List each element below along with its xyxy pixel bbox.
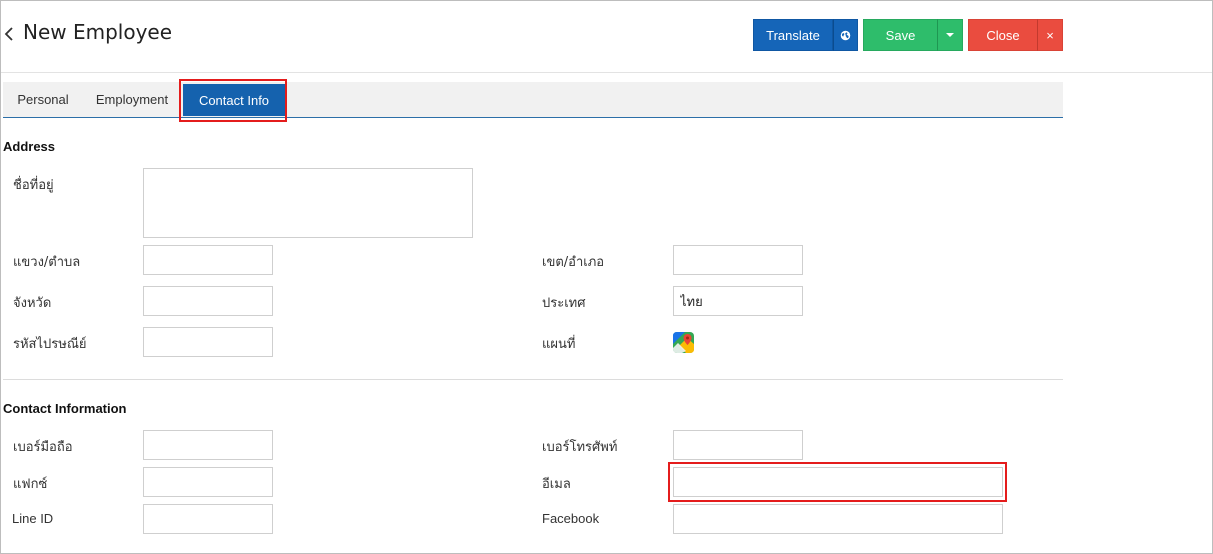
province-label: จังหวัด [13,296,52,311]
globe-icon [840,30,851,40]
tab-personal[interactable]: Personal [3,82,83,117]
address-name-textarea[interactable] [143,168,473,238]
facebook-input[interactable] [673,504,1003,534]
district-input[interactable] [673,245,803,275]
postcode-input[interactable] [143,327,273,357]
close-icon: × [1046,27,1054,43]
translate-language-button[interactable] [833,19,858,51]
facebook-label: Facebook [542,511,600,526]
phone-input[interactable] [673,430,803,460]
subdistrict-input[interactable] [143,245,273,275]
line-id-label: Line ID [12,511,54,526]
address-section-title: Address [3,139,56,154]
country-input[interactable] [673,286,803,316]
tab-highlight-box [179,79,287,122]
district-label: เขต/อำเภอ [542,255,605,270]
header-divider [1,72,1212,73]
tab-bar: Personal Employment Contact Info [3,82,1063,118]
close-button[interactable]: Close [968,19,1038,51]
back-chevron-icon[interactable] [2,22,16,46]
postcode-label: รหัสไปรษณีย์ [13,337,87,352]
contact-section-title: Contact Information [3,401,127,416]
close-x-button[interactable]: × [1037,19,1063,51]
fax-label: แฟกซ์ [13,477,48,492]
email-label: อีเมล [542,477,571,492]
google-maps-icon[interactable] [673,332,694,353]
tab-employment[interactable]: Employment [87,82,177,117]
caret-down-icon [946,33,954,37]
fax-input[interactable] [143,467,273,497]
line-id-input[interactable] [143,504,273,534]
province-input[interactable] [143,286,273,316]
phone-label: เบอร์โทรศัพท์ [542,440,618,455]
save-options-dropdown[interactable] [937,19,963,51]
page-title: New Employee [23,20,173,44]
save-button[interactable]: Save [863,19,938,51]
subdistrict-label: แขวง/ตำบล [13,255,81,270]
country-label: ประเทศ [542,296,586,311]
mobile-input[interactable] [143,430,273,460]
email-highlight-box [668,462,1007,502]
address-name-label: ชื่อที่อยู่ [13,178,54,193]
section-divider [3,379,1063,380]
mobile-label: เบอร์มือถือ [13,440,73,455]
translate-button[interactable]: Translate [753,19,833,51]
map-label: แผนที่ [542,337,576,352]
